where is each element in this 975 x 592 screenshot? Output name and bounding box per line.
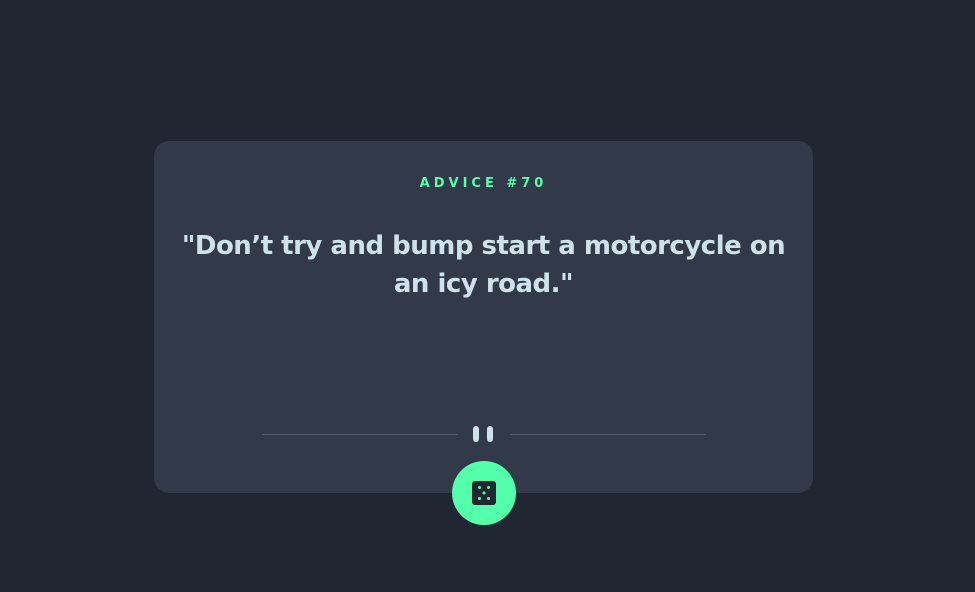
- new-advice-button[interactable]: [452, 461, 516, 525]
- dice-icon: [472, 481, 496, 505]
- advice-id: ADVICE #70: [419, 176, 548, 191]
- divider-line-right: [510, 434, 706, 435]
- divider-line-left: [262, 434, 458, 435]
- divider: [262, 425, 706, 443]
- advice-quote: "Don’t try and bump start a motorcycle o…: [181, 231, 786, 299]
- advice-card: ADVICE #70 "Don’t try and bump start a m…: [154, 141, 813, 493]
- pause-icon: [473, 426, 495, 442]
